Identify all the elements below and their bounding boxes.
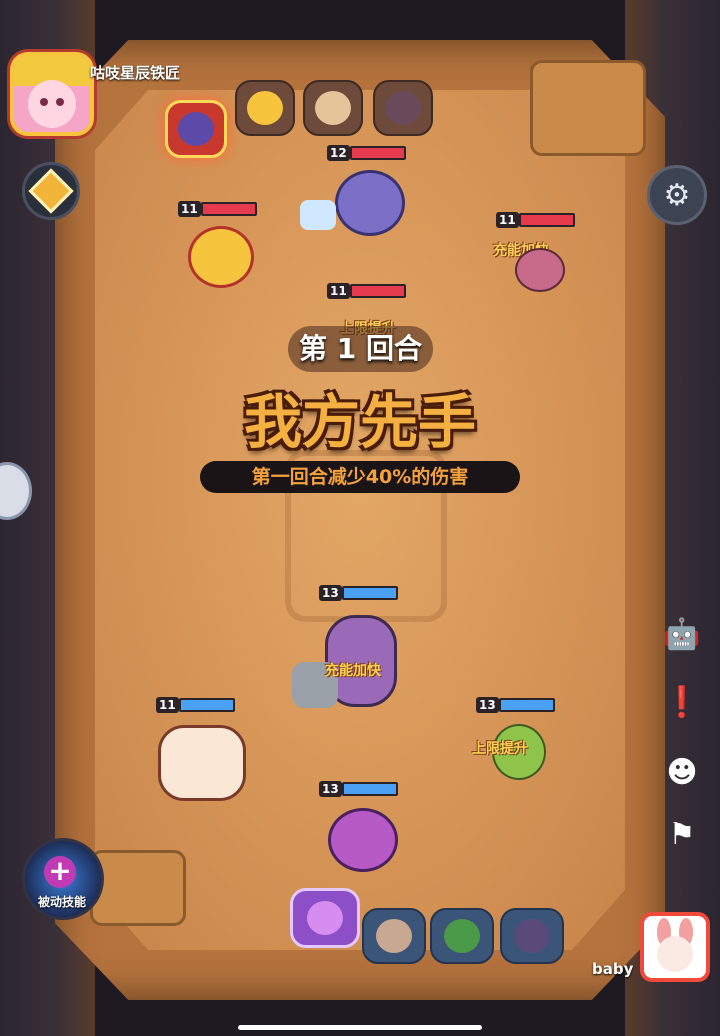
bunny-icon — [657, 918, 693, 972]
ally-hp-frog-kid: 13 — [476, 697, 555, 713]
emote-button[interactable]: ☻ — [660, 750, 704, 794]
enemy-hp-bulldog: 11 — [327, 283, 406, 299]
player-name: 咕吱星辰铁匠 — [90, 64, 181, 82]
hp-bar — [200, 202, 257, 216]
emote-icon: ☻ — [666, 754, 698, 790]
hp-bar — [349, 284, 406, 298]
level-badge: 11 — [178, 201, 201, 217]
alert-icon: ❗ — [663, 684, 701, 720]
ally-old-smith[interactable] — [158, 725, 246, 801]
enemy-bandit-girl[interactable] — [515, 248, 565, 292]
level-badge: 11 — [496, 212, 519, 228]
enemy-hp-bandit-girl: 11 — [496, 212, 575, 228]
hp-bar — [341, 586, 398, 600]
buff-label: 上限提升 — [472, 741, 528, 757]
level-badge: 11 — [327, 283, 350, 299]
ally-hp-old-smith: 11 — [156, 697, 235, 713]
currency-button[interactable] — [22, 162, 80, 220]
rock-decoration — [530, 60, 646, 156]
round-subtitle: 第一回合减少40%的伤害 — [251, 466, 469, 488]
turn-order-ally-3 — [430, 908, 494, 964]
gem-icon — [28, 168, 74, 214]
surrender-button[interactable]: ⚑ — [660, 812, 704, 856]
flag-icon: ⚑ — [668, 816, 696, 852]
plus-icon: + — [44, 856, 76, 888]
pink-girl-icon — [14, 56, 90, 128]
ally-hp-gorilla: 13 — [319, 585, 398, 601]
turn-order-ally-4 — [500, 908, 564, 964]
level-badge: 13 — [319, 585, 342, 601]
level-badge: 13 — [319, 781, 342, 797]
passive-skill-label: 被动技能 — [37, 895, 86, 909]
buff-label: 充能加快 — [325, 663, 381, 679]
robot-button[interactable]: 🤖 — [660, 612, 704, 656]
level-badge: 13 — [476, 697, 499, 713]
gear-icon: ⚙ — [663, 177, 691, 213]
alert-button[interactable]: ❗ — [660, 680, 704, 724]
hp-bar — [518, 213, 575, 227]
turn-order-ally-1 — [290, 888, 360, 948]
turn-order-enemy-3 — [303, 80, 363, 136]
turn-order-enemy-1 — [165, 100, 227, 158]
level-badge: 11 — [156, 697, 179, 713]
hp-bar — [178, 698, 235, 712]
witch-cat-icon — [307, 901, 343, 935]
enemy-chicken[interactable] — [188, 226, 254, 288]
turn-order-ally-2 — [362, 908, 426, 964]
enemy-hp-ice-cat: 12 — [327, 145, 406, 161]
settings-button[interactable]: ⚙ — [647, 165, 707, 225]
bulldog-icon — [315, 91, 351, 125]
first-move-headline: 我方先手 — [243, 388, 476, 456]
frog-icon — [444, 919, 480, 953]
opponent-avatar[interactable] — [640, 912, 710, 982]
ally-witch-cat[interactable] — [328, 808, 398, 872]
chicken-icon — [247, 91, 283, 125]
turn-order-enemy-4 — [373, 80, 433, 136]
hp-bar — [349, 146, 406, 160]
robot-icon: 🤖 — [663, 616, 701, 652]
player-avatar[interactable] — [10, 52, 94, 136]
opponent-name: baby — [592, 960, 634, 978]
pirate-icon — [376, 919, 412, 953]
bandit-icon — [385, 91, 421, 125]
enemy-ice-cat[interactable] — [335, 170, 405, 236]
level-badge: 12 — [327, 145, 350, 161]
enemy-hp-chicken: 11 — [178, 201, 257, 217]
battle-scene: 咕吱星辰铁匠 ⚙ 12 11 11 充能加快 11 上限提升 第 1 回合 我方… — [0, 0, 720, 1036]
ally-hp-witch-cat: 13 — [319, 781, 398, 797]
turn-order-enemy-2 — [235, 80, 295, 136]
gorilla-icon — [514, 919, 550, 953]
round-label: 第 1 回合 — [299, 332, 422, 365]
home-indicator[interactable] — [238, 1025, 482, 1030]
hp-bar — [341, 782, 398, 796]
hp-bar — [498, 698, 555, 712]
ice-crystal-icon — [300, 200, 336, 230]
purple-cat-icon — [178, 112, 214, 146]
rock-decoration — [90, 850, 186, 926]
